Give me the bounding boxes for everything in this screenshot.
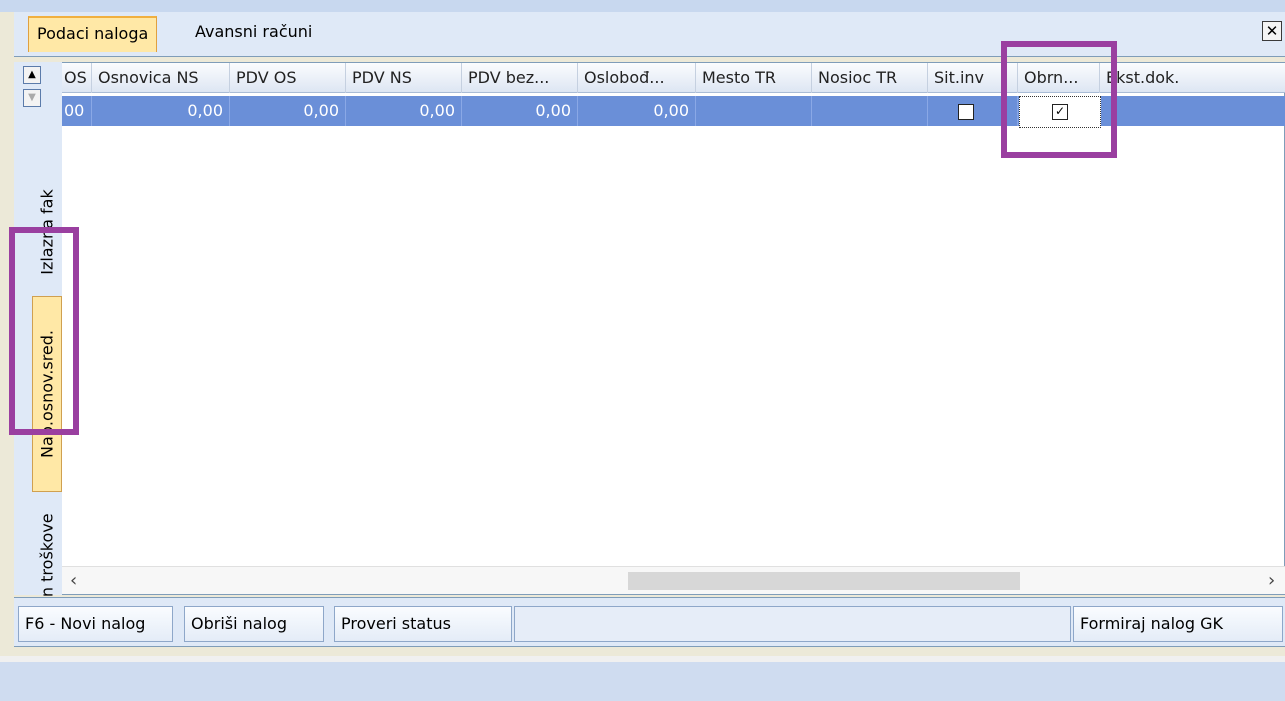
- formiraj-nalog-gk-button[interactable]: Formiraj nalog GK: [1073, 606, 1283, 642]
- cell-pdv-os[interactable]: 0,00: [230, 96, 346, 126]
- tab-podaci-naloga[interactable]: Podaci naloga: [28, 16, 158, 52]
- col-header-mesto-tr[interactable]: Mesto TR: [696, 63, 812, 93]
- cell-osnovica-ns[interactable]: 0,00: [92, 96, 230, 126]
- status-bar: [0, 662, 1285, 701]
- obrn-checkbox[interactable]: ✓: [1052, 104, 1068, 120]
- obrisi-nalog-button[interactable]: Obriši nalog: [184, 606, 324, 642]
- cell-mesto-tr[interactable]: [696, 96, 812, 126]
- col-header-nosioc-tr[interactable]: Nosioc TR: [812, 63, 928, 93]
- col-header-pdv-ns[interactable]: PDV NS: [346, 63, 462, 93]
- cell-pdv-ns[interactable]: 0,00: [346, 96, 462, 126]
- col-header-os[interactable]: OS: [62, 63, 92, 93]
- scroll-up-icon[interactable]: ▲: [23, 66, 41, 84]
- scrollbar-thumb[interactable]: [628, 572, 1020, 590]
- col-header-osnovica-ns[interactable]: Osnovica NS: [92, 63, 230, 93]
- sit-inv-checkbox[interactable]: [958, 104, 974, 120]
- cell-sit-inv[interactable]: [928, 96, 1018, 126]
- proveri-status-button[interactable]: Proveri status: [334, 606, 512, 642]
- close-icon[interactable]: ✕: [1262, 21, 1282, 41]
- scroll-left-icon[interactable]: ‹: [70, 570, 77, 591]
- horizontal-scrollbar[interactable]: ‹ ›: [62, 566, 1285, 594]
- col-header-pdv-bez[interactable]: PDV bez...: [462, 63, 578, 93]
- novi-nalog-button[interactable]: F6 - Novi nalog: [18, 606, 173, 642]
- col-header-ekst-dok[interactable]: Ekst.dok.: [1100, 63, 1285, 93]
- side-tab-panel: ▲ ▼ Izlazna fak Nab.osnov.sred. Račun tr…: [14, 62, 66, 637]
- cell-os[interactable]: 00: [62, 96, 92, 126]
- col-header-obrn[interactable]: Obrn...: [1018, 63, 1100, 93]
- table-row[interactable]: 00 0,00 0,00 0,00 0,00 0,00 ✓: [62, 96, 1285, 128]
- button-bar: F6 - Novi nalog Obriši nalog Proveri sta…: [14, 597, 1285, 647]
- side-tab-label: Izlazna fak: [37, 189, 57, 275]
- side-tab-izlazna-fak[interactable]: Izlazna fak: [32, 172, 62, 292]
- cell-pdv-bez[interactable]: 0,00: [462, 96, 578, 126]
- cell-ekst-dok[interactable]: [1100, 96, 1285, 126]
- cell-nosioc-tr[interactable]: [812, 96, 928, 126]
- cell-oslobod[interactable]: 0,00: [578, 96, 696, 126]
- tab-bar: Podaci naloga Avansni računi: [14, 12, 1285, 57]
- button-bar-spacer: [514, 606, 1071, 642]
- scroll-down-icon[interactable]: ▼: [23, 89, 41, 107]
- tab-avansni-racuni[interactable]: Avansni računi: [187, 16, 320, 50]
- col-header-pdv-os[interactable]: PDV OS: [230, 63, 346, 93]
- top-strip: [0, 0, 1285, 12]
- grid-header: OS Osnovica NS PDV OS PDV NS PDV bez... …: [62, 63, 1285, 93]
- data-grid: OS Osnovica NS PDV OS PDV NS PDV bez... …: [62, 62, 1285, 595]
- col-header-oslobod[interactable]: Oslobođ...: [578, 63, 696, 93]
- scroll-right-icon[interactable]: ›: [1268, 570, 1275, 591]
- col-header-sit-inv[interactable]: Sit.inv: [928, 63, 1018, 93]
- cell-obrn[interactable]: ✓: [1019, 96, 1101, 128]
- side-tab-label: Nab.osnov.sred.: [37, 329, 57, 459]
- side-tab-nab-osnov-sred[interactable]: Nab.osnov.sred.: [32, 296, 62, 492]
